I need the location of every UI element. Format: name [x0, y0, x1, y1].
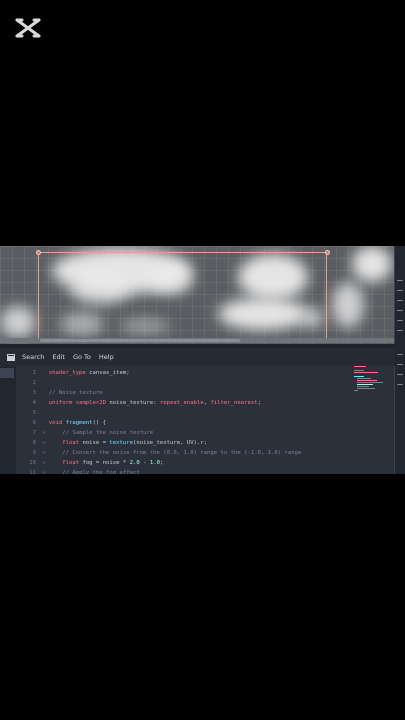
indent-guide-icon: »	[42, 470, 49, 474]
code-line[interactable]: 1 shader_type canvas_item;	[16, 368, 353, 378]
script-menu-bar: Search Edit Go To Help	[0, 348, 395, 366]
indent-guide-icon	[42, 380, 49, 386]
line-number: 5	[32, 410, 36, 416]
code-editor[interactable]: 1 shader_type canvas_item; 2 3 // Noise t…	[16, 366, 353, 474]
line-number: 4	[32, 400, 36, 406]
code-line[interactable]: 4 uniform sampler2D noise_texture: repea…	[16, 398, 353, 408]
script-list-panel[interactable]	[0, 366, 16, 474]
indent-guide-icon: »	[42, 460, 49, 466]
indent-guide-icon	[42, 420, 49, 426]
line-number: 6	[32, 420, 36, 426]
menu-go-to[interactable]: Go To	[73, 353, 91, 361]
code-token: // Sample the noise texture	[62, 430, 154, 436]
viewport-scrollbar-thumb[interactable]	[40, 339, 240, 342]
code-token: filter_nearest	[210, 400, 258, 406]
line-number: 1	[32, 370, 36, 376]
code-minimap[interactable]	[354, 366, 390, 406]
code-token: -	[139, 460, 150, 466]
code-token: noise =	[79, 440, 110, 446]
code-line[interactable]: 10 » float fog = noise * 2.0 - 1.0;	[16, 458, 353, 468]
indent-guide-icon	[42, 410, 49, 416]
script-list-icon[interactable]	[7, 353, 15, 361]
canvas-viewport[interactable]	[0, 246, 395, 344]
code-token: // Noise texture	[48, 390, 103, 396]
code-line[interactable]: 7 » // Sample the noise texture	[16, 428, 353, 438]
code-token: canvas_item;	[85, 370, 130, 376]
line-number: 3	[32, 390, 36, 396]
menu-search[interactable]: Search	[22, 353, 44, 361]
line-number: 10	[29, 460, 36, 466]
code-token: shader_type	[48, 370, 86, 376]
code-token: 2.0	[129, 460, 140, 466]
line-number: 11	[29, 470, 36, 474]
line-number: 8	[32, 440, 36, 446]
capcut-logo-icon	[15, 18, 41, 38]
code-token: sampler2D	[75, 400, 107, 406]
code-token: // Apply the fog effect	[62, 470, 140, 474]
indent-guide-icon	[42, 390, 49, 396]
code-token: () {	[92, 420, 107, 426]
code-token: void	[48, 420, 63, 426]
indent-guide-icon: »	[42, 430, 49, 436]
line-number: 7	[32, 430, 36, 436]
code-token: // Convert the noise from the (0.0, 1.0)…	[62, 450, 302, 456]
godot-editor: Search Edit Go To Help 1 shader_type can…	[0, 246, 405, 474]
line-number: 9	[32, 450, 36, 456]
code-token: fragment	[65, 420, 93, 426]
code-token: noise_texture:	[106, 400, 160, 406]
indent-guide-icon: »	[42, 450, 49, 456]
resize-handle[interactable]	[325, 250, 330, 255]
code-token: float	[62, 440, 80, 446]
code-line[interactable]: 3 // Noise texture	[16, 388, 353, 398]
indent-guide-icon	[42, 400, 49, 406]
code-token: fog = noise *	[79, 460, 130, 466]
code-token: float	[62, 460, 80, 466]
code-token: ;	[159, 460, 164, 466]
code-line[interactable]: 5	[16, 408, 353, 418]
code-token: repeat_enable	[159, 400, 204, 406]
code-line[interactable]: 8 » float noise = texture(noise_texture, …	[16, 438, 353, 448]
code-token: (noise_texture, UV).r;	[132, 440, 208, 446]
code-line[interactable]: 2	[16, 378, 353, 388]
resize-handle[interactable]	[36, 250, 41, 255]
code-token: ;	[257, 400, 261, 406]
line-number: 2	[32, 380, 36, 386]
script-list-item[interactable]	[0, 368, 14, 378]
indent-guide-icon	[42, 370, 49, 376]
inspector-strip	[394, 246, 405, 474]
menu-edit[interactable]: Edit	[52, 353, 65, 361]
code-line[interactable]: 9 » // Convert the noise from the (0.0, 1…	[16, 448, 353, 458]
texture-bounds-rect[interactable]	[38, 252, 327, 340]
code-token: 1.0	[149, 460, 160, 466]
code-token: uniform	[48, 400, 73, 406]
code-line[interactable]: 6 void fragment() {	[16, 418, 353, 428]
indent-guide-icon: »	[42, 440, 49, 446]
code-token: texture	[109, 440, 133, 446]
menu-help[interactable]: Help	[99, 353, 114, 361]
code-line[interactable]: 11 » // Apply the fog effect	[16, 468, 353, 474]
